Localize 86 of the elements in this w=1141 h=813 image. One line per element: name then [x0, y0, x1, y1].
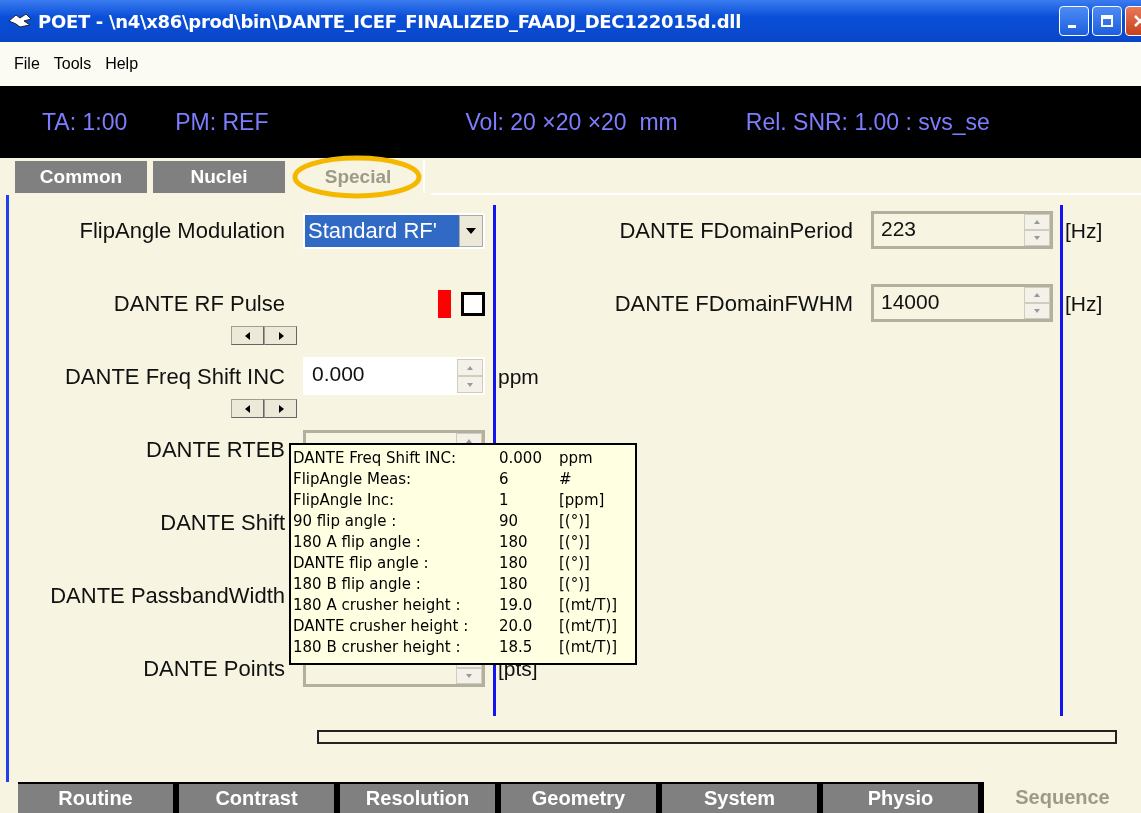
right-triangle-icon — [276, 330, 285, 341]
tab[interactable]: Resolution — [340, 784, 495, 813]
menu-item[interactable]: Help — [105, 55, 139, 73]
tooltip-unit: ppm — [559, 448, 594, 467]
tooltip-unit: [(°)] — [559, 553, 591, 572]
spin-field[interactable]: 0.000 — [303, 357, 485, 395]
tab[interactable]: Physio — [823, 784, 978, 813]
spin-down-icon[interactable] — [1034, 236, 1040, 240]
tab[interactable]: Contrast — [179, 784, 334, 813]
tab[interactable]: Routine — [18, 784, 173, 813]
app-icon — [8, 13, 32, 29]
tooltip-unit: [(°)] — [559, 511, 591, 530]
tooltip-label: DANTE flip angle : — [293, 553, 430, 572]
spin-up-icon[interactable] — [1034, 220, 1040, 224]
tooltip-unit: [(mt/T)] — [559, 595, 619, 614]
tooltip-label: FlipAngle Inc: — [293, 490, 396, 509]
tooltip-label: DANTE crusher height : — [293, 616, 470, 635]
tooltip-unit: [(mt/T)] — [559, 637, 619, 656]
minimize-button[interactable] — [1059, 6, 1089, 36]
tooltip-value: 180 — [499, 574, 529, 593]
left-arrow-button[interactable] — [231, 399, 264, 418]
tab[interactable]: Nuclei — [153, 161, 285, 193]
tooltip-value: 18.5 — [499, 637, 534, 656]
parameter-label: DANTE RF Pulse — [113, 290, 286, 318]
dropdown-caret-icon — [466, 228, 476, 234]
spin-up-icon[interactable] — [467, 365, 473, 370]
tooltip-unit: [(°)] — [559, 532, 591, 551]
menu-item[interactable]: File — [14, 55, 40, 73]
parameter-label: DANTE FDomainFWHM — [614, 290, 853, 318]
unit-label: [Hz] — [1065, 218, 1103, 244]
menu-item[interactable]: Tools — [53, 55, 92, 73]
right-arrow-button[interactable] — [264, 326, 297, 345]
tooltip-unit: # — [559, 469, 573, 488]
parameter-label: DANTE FDomainPeriod — [619, 217, 853, 245]
parameter-label: DANTE Shift — [160, 509, 286, 537]
spin-down-icon[interactable] — [466, 674, 472, 678]
tooltip-value: 180 — [499, 532, 529, 551]
right-arrow-button[interactable] — [264, 399, 297, 418]
parameter-label: DANTE Points — [143, 655, 286, 683]
tooltip-value: 180 — [499, 553, 529, 572]
tab[interactable]: Sequence — [984, 782, 1141, 813]
info-text: PM: REF — [175, 108, 269, 136]
left-arrow-button[interactable] — [231, 326, 264, 345]
tooltip-value: 6 — [499, 469, 510, 488]
tab[interactable]: System — [662, 784, 817, 813]
parameter-label: DANTE Freq Shift INC — [64, 363, 286, 391]
tooltip-value: 90 — [499, 511, 520, 530]
dropdown[interactable]: Standard RF' — [303, 213, 485, 249]
info-text: Vol: 20 ×20 ×20 mm — [465, 108, 678, 136]
unit-label: [Hz] — [1065, 291, 1103, 317]
checkbox[interactable] — [461, 292, 485, 316]
maximize-icon — [1100, 14, 1114, 28]
info-text: Rel. SNR: 1.00 : svs_se — [745, 108, 990, 136]
tooltip-label: 180 B crusher height : — [293, 637, 462, 656]
tab[interactable]: Geometry — [501, 784, 656, 813]
tooltip-label: 180 B flip angle : — [293, 574, 422, 593]
spin-down-icon[interactable] — [467, 382, 473, 387]
parameter-label: FlipAngle Modulation — [79, 217, 286, 245]
tooltip-label: FlipAngle Meas: — [293, 469, 413, 488]
tooltip-value: 0.000 — [499, 448, 543, 467]
minimize-icon — [1068, 24, 1076, 28]
left-triangle-icon — [243, 330, 252, 341]
spin-field[interactable]: 223 — [871, 211, 1053, 249]
tooltip-label: 180 A crusher height : — [293, 595, 462, 614]
spin-up-icon[interactable] — [1034, 293, 1040, 297]
indicator-bar — [438, 290, 451, 318]
tooltip-value: 19.0 — [499, 595, 534, 614]
tooltip-value: 20.0 — [499, 616, 534, 635]
maximize-button[interactable] — [1092, 6, 1122, 36]
spin-down-icon[interactable] — [1034, 309, 1040, 313]
parameter-label: DANTE RTEB — [146, 436, 286, 464]
tooltip-label: 90 flip angle : — [293, 511, 398, 530]
tooltip-unit: [ppm] — [559, 490, 606, 509]
tooltip-unit: [(°)] — [559, 574, 591, 593]
tooltip-label: DANTE Freq Shift INC: — [293, 448, 458, 467]
window-title: POET - \n4\x86\prod\bin\DANTE_ICEF_FINALIZED_FAADJ_DEC122015d.dll — [38, 10, 742, 32]
info-text: TA: 1:00 — [42, 108, 128, 136]
unit-label: ppm — [498, 364, 539, 390]
tooltip-value: 1 — [499, 490, 510, 509]
left-triangle-icon — [243, 403, 252, 414]
tooltip-unit: [(mt/T)] — [559, 616, 619, 635]
right-triangle-icon — [276, 403, 285, 414]
spin-field[interactable]: 14000 — [871, 284, 1053, 322]
tooltip-label: 180 A flip angle : — [293, 532, 422, 551]
tab[interactable]: Common — [15, 161, 147, 193]
parameter-label: DANTE PassbandWidth — [50, 582, 286, 610]
